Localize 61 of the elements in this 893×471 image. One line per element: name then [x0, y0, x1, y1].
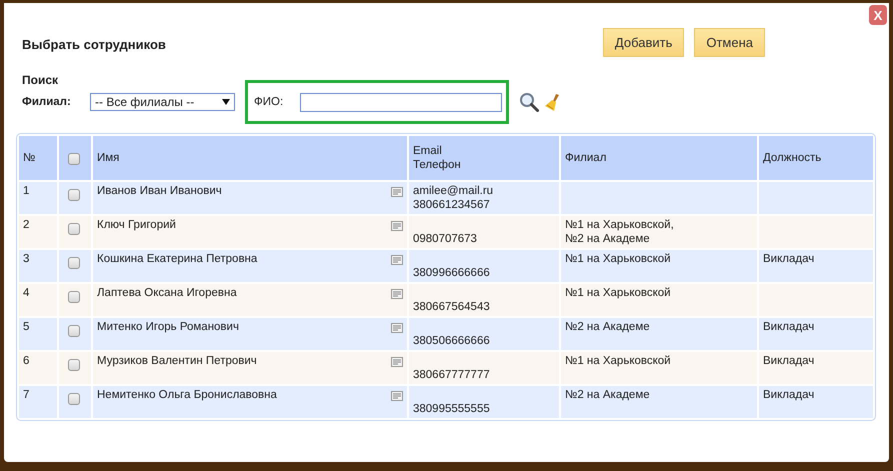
note-icon[interactable]: [391, 255, 403, 265]
column-header: Email Телефон: [409, 136, 559, 180]
name-label: ФИО:: [254, 96, 284, 108]
branch-cell: №1 на Харьковской: [561, 352, 757, 384]
note-icon[interactable]: [391, 221, 403, 231]
contact-cell: amilee@mail.ru 380661234567: [409, 182, 559, 214]
column-header: №: [19, 136, 57, 180]
dialog-title: Выбрать сотрудников: [22, 37, 167, 52]
contact-cell: 380995555555: [409, 386, 559, 418]
row-number: 1: [19, 182, 57, 214]
branch-label: Филиал:: [22, 96, 72, 108]
branch-cell: №2 на Академе: [561, 386, 757, 418]
employee-name: Лаптева Оксана Игоревна: [97, 286, 237, 300]
add-button[interactable]: Добавить: [602, 28, 684, 57]
row-checkbox[interactable]: [68, 359, 80, 371]
row-number: 6: [19, 352, 57, 384]
search-icon[interactable]: [519, 92, 539, 112]
column-header: Должность: [759, 136, 873, 180]
row-number: 3: [19, 250, 57, 282]
position-cell: Викладач: [759, 318, 873, 350]
employee-name: Мурзиков Валентин Петрович: [97, 354, 257, 368]
employee-name: Ключ Григорий: [97, 218, 176, 232]
contact-cell: 380667564543: [409, 284, 559, 316]
row-checkbox[interactable]: [68, 257, 80, 269]
position-cell: Викладач: [759, 250, 873, 282]
row-number: 5: [19, 318, 57, 350]
contact-cell: 380667777777: [409, 352, 559, 384]
row-number: 7: [19, 386, 57, 418]
employee-name: Немитенко Ольга Брониславовна: [97, 388, 277, 402]
employee-name: Иванов Иван Иванович: [97, 184, 222, 198]
row-checkbox[interactable]: [68, 291, 80, 303]
note-icon[interactable]: [391, 357, 403, 367]
position-cell: Викладач: [759, 352, 873, 384]
note-icon[interactable]: [391, 187, 403, 197]
contact-cell: 380506666666: [409, 318, 559, 350]
note-icon[interactable]: [391, 289, 403, 299]
search-heading: Поиск: [22, 73, 60, 87]
note-icon[interactable]: [391, 391, 403, 401]
row-checkbox[interactable]: [68, 393, 80, 405]
employee-name: Митенко Игорь Романович: [97, 320, 239, 334]
contact-cell: 0980707673: [409, 216, 559, 248]
employee-name: Кошкина Екатерина Петровна: [97, 252, 258, 266]
cancel-button[interactable]: Отмена: [694, 28, 765, 57]
branch-cell: №1 на Харьковской: [561, 250, 757, 282]
row-checkbox[interactable]: [68, 325, 80, 337]
name-input-field[interactable]: [300, 92, 502, 112]
select-all-checkbox[interactable]: [68, 152, 80, 164]
position-cell: Викладач: [759, 386, 873, 418]
branch-cell: №2 на Академе: [561, 318, 757, 350]
contact-cell: 380996666666: [409, 250, 559, 282]
row-number: 4: [19, 284, 57, 316]
branch-cell: №1 на Харьковской: [561, 284, 757, 316]
row-checkbox[interactable]: [68, 189, 80, 201]
column-header: Имя: [93, 136, 407, 180]
branch-dropdown[interactable]: -- Все филиалы --: [90, 93, 235, 111]
column-header: Филиал: [561, 136, 757, 180]
caret-icon: [222, 98, 230, 106]
row-number: 2: [19, 216, 57, 248]
branch-cell: №1 на Харьковской, №2 на Академе: [561, 216, 757, 248]
row-checkbox[interactable]: [68, 223, 80, 235]
note-icon[interactable]: [391, 323, 403, 333]
